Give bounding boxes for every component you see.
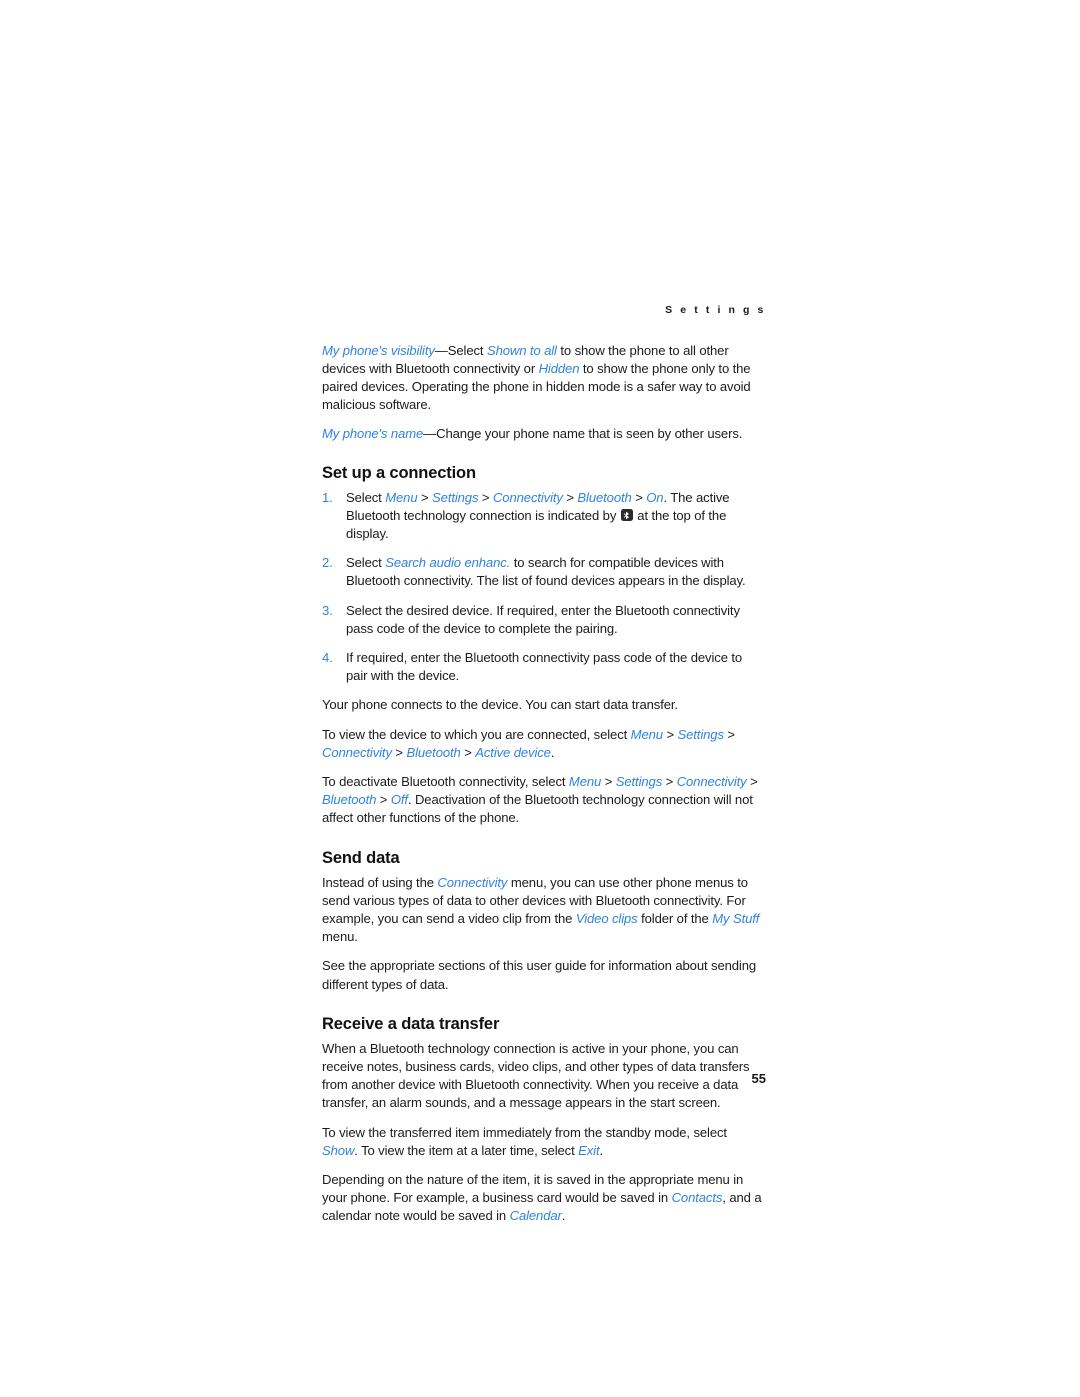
send-data-text-c: folder of the [637, 910, 713, 926]
receive-text-b: . To view the item at a later time, sele… [354, 1142, 579, 1158]
heading-send-data: Send data [322, 848, 400, 867]
path-menu: Menu [385, 489, 418, 505]
path-separator: > [723, 726, 735, 742]
path-settings: Settings [615, 773, 663, 789]
path-separator: > [662, 773, 677, 789]
path-separator: > [746, 773, 758, 789]
path-separator: > [601, 773, 616, 789]
path-separator: > [391, 744, 407, 760]
path-menu: Menu [568, 773, 602, 789]
list-item: 1. Select Menu > Settings > Connectivity … [322, 489, 766, 544]
running-head: S e t t i n g s [665, 304, 766, 316]
send-data-text-d: menu. [322, 929, 358, 945]
path-separator: > [562, 489, 578, 505]
step-number: 2. [322, 555, 333, 571]
path-separator: > [460, 744, 476, 760]
paragraph-phone-connects: Your phone connects to the device. You c… [322, 697, 678, 713]
path-bluetooth: Bluetooth [322, 792, 377, 808]
receive-text-f: . [561, 1208, 566, 1224]
link-video-clips: Video clips [575, 910, 638, 926]
link-contacts: Contacts [671, 1190, 723, 1206]
paragraph-view-active-device: To view the device to which you are conn… [322, 726, 766, 762]
option-shown-to-all: Shown to all [486, 342, 557, 358]
link-exit: Exit [578, 1142, 600, 1158]
view-device-tail: . [550, 744, 555, 760]
path-separator: > [417, 489, 433, 505]
link-my-stuff: My Stuff [712, 910, 760, 926]
receive-text-a: To view the transferred item immediately… [322, 1124, 727, 1140]
visibility-dash-text: —Select [434, 342, 487, 358]
link-connectivity: Connectivity [437, 874, 508, 890]
path-connectivity: Connectivity [492, 489, 563, 505]
name-text: —Change your phone name that is seen by … [423, 426, 743, 442]
path-separator: > [376, 792, 391, 808]
step-lead: Select [346, 555, 386, 571]
step-lead: Select [346, 489, 386, 505]
link-search-audio-enhanc: Search audio enhanc. [385, 555, 511, 571]
option-hidden: Hidden [538, 360, 580, 376]
path-bluetooth: Bluetooth [406, 744, 461, 760]
step-text: Select the desired device. If required, … [346, 602, 740, 636]
paragraph-send-data-2: See the appropriate sections of this use… [322, 958, 757, 992]
path-active-device: Active device [475, 744, 551, 760]
page-number: 55 [751, 1071, 766, 1086]
send-data-text-a: Instead of using the [322, 874, 438, 890]
path-settings: Settings [432, 489, 479, 505]
step-number: 1. [322, 489, 333, 505]
list-item: 3. Select the desired device. If required… [322, 602, 766, 638]
receive-text-c: . [599, 1142, 604, 1158]
term-my-phones-name: My phone's name [322, 426, 424, 442]
paragraph-send-data-1: Instead of using the Connectivity menu, … [322, 874, 766, 947]
paragraph-receive-3: Depending on the nature of the item, it … [322, 1171, 766, 1226]
content-column: S e t t i n g s My phone's visibility—Se… [322, 305, 766, 1237]
path-separator: > [478, 489, 493, 505]
heading-receive-a-data-transfer: Receive a data transfer [322, 1014, 500, 1033]
view-device-lead: To view the device to which you are conn… [322, 726, 631, 742]
term-my-phones-visibility: My phone's visibility [322, 342, 435, 358]
path-on: On [646, 489, 664, 505]
link-show: Show [322, 1142, 355, 1158]
list-item: 2. Select Search audio enhanc. to search … [322, 554, 766, 590]
path-separator: > [631, 489, 647, 505]
step-number: 3. [322, 602, 333, 618]
path-settings: Settings [677, 726, 724, 742]
step-text: If required, enter the Bluetooth connect… [346, 649, 743, 684]
link-calendar: Calendar [509, 1208, 562, 1224]
document-page: S e t t i n g s My phone's visibility—Se… [0, 0, 1080, 1397]
path-separator: > [662, 726, 678, 742]
paragraph-deactivate-bluetooth: To deactivate Bluetooth connectivity, se… [322, 773, 766, 828]
steps-list-set-up-connection: 1. Select Menu > Settings > Connectivity … [322, 489, 766, 686]
heading-set-up-a-connection: Set up a connection [322, 463, 476, 482]
step-number: 4. [322, 649, 333, 665]
path-connectivity: Connectivity [676, 773, 747, 789]
paragraph-receive-2: To view the transferred item immediately… [322, 1124, 766, 1160]
path-bluetooth: Bluetooth [577, 489, 632, 505]
bluetooth-icon [620, 509, 633, 522]
deactivate-lead: To deactivate Bluetooth connectivity, se… [322, 773, 569, 789]
path-menu: Menu [630, 726, 663, 742]
list-item: 4. If required, enter the Bluetooth conne… [322, 649, 766, 685]
paragraph-my-phones-visibility: My phone's visibility—Select Shown to al… [322, 342, 766, 415]
path-off: Off [390, 792, 408, 808]
paragraph-my-phones-name: My phone's name—Change your phone name t… [322, 425, 766, 443]
path-connectivity: Connectivity [322, 744, 392, 760]
